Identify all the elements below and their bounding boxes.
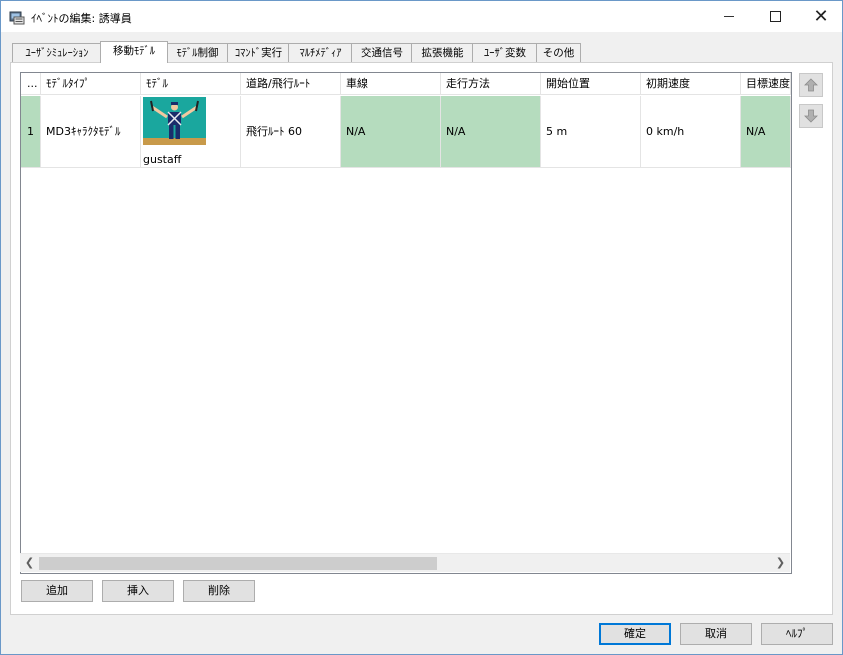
tab-model-control[interactable]: ﾓﾃﾞﾙ制御 (166, 43, 229, 62)
add-button[interactable]: 追加 (21, 580, 93, 602)
close-icon: ✕ (813, 6, 829, 27)
event-edit-icon (9, 11, 25, 25)
help-button[interactable]: ﾍﾙﾌﾟ (761, 623, 833, 645)
window-title: ｲﾍﾞﾝﾄの編集: 誘導員 (31, 12, 132, 25)
target-speed-cell[interactable]: N/A (741, 96, 791, 168)
route-cell[interactable]: 飛行ﾙｰﾄ 60 (241, 96, 341, 168)
minimize-icon (724, 16, 734, 17)
maximize-button[interactable] (752, 1, 798, 32)
tab-movement-model[interactable]: 移動ﾓﾃﾞﾙ (100, 41, 168, 63)
tab-extension[interactable]: 拡張機能 (411, 43, 474, 62)
initial-speed-cell[interactable]: 0 km/h (641, 96, 741, 168)
model-name-label: gustaff (143, 153, 182, 166)
column-header-model[interactable]: ﾓﾃﾞﾙ (141, 73, 241, 95)
column-header-start-position[interactable]: 開始位置 (541, 73, 641, 95)
maximize-icon (769, 11, 781, 22)
event-edit-dialog: ｲﾍﾞﾝﾄの編集: 誘導員 ✕ ﾕｰｻﾞｼﾐｭﾚｰｼｮﾝ 移動ﾓﾃﾞﾙ ﾓﾃﾞﾙ… (0, 0, 843, 655)
column-header-initial-speed[interactable]: 初期速度 (641, 73, 741, 95)
travel-method-cell[interactable]: N/A (441, 96, 541, 168)
model-cell[interactable]: gustaff (141, 96, 241, 168)
start-position-cell[interactable]: 5 m (541, 96, 641, 168)
move-up-icon (804, 78, 818, 92)
column-header-lane[interactable]: 車線 (341, 73, 441, 95)
minimize-button[interactable] (706, 1, 752, 32)
column-header-travel-method[interactable]: 走行方法 (441, 73, 541, 95)
scrollbar-thumb[interactable] (39, 557, 437, 570)
row-index-cell[interactable]: 1 (21, 96, 41, 168)
scroll-left-icon[interactable]: ❮ (21, 554, 38, 572)
title-bar: ｲﾍﾞﾝﾄの編集: 誘導員 ✕ (1, 1, 842, 32)
column-header-model-type[interactable]: ﾓﾃﾞﾙﾀｲﾌﾟ (41, 73, 141, 95)
move-down-button[interactable] (799, 104, 823, 128)
model-grid[interactable]: ... ﾓﾃﾞﾙﾀｲﾌﾟ ﾓﾃﾞﾙ 道路/飛行ﾙｰﾄ 車線 走行方法 開始位置 … (20, 72, 792, 574)
close-button[interactable]: ✕ (798, 1, 842, 32)
tab-user-simulation[interactable]: ﾕｰｻﾞｼﾐｭﾚｰｼｮﾝ (12, 43, 102, 62)
column-header-route[interactable]: 道路/飛行ﾙｰﾄ (241, 73, 341, 95)
tab-multimedia[interactable]: ﾏﾙﾁﾒﾃﾞｨｱ (288, 43, 353, 62)
scroll-right-icon[interactable]: ❯ (772, 554, 789, 572)
insert-button[interactable]: 挿入 (102, 580, 174, 602)
cancel-button[interactable]: 取消 (680, 623, 752, 645)
horizontal-scrollbar[interactable]: ❮ ❯ (20, 553, 790, 572)
tab-user-variable[interactable]: ﾕｰｻﾞ変数 (472, 43, 538, 62)
move-down-icon (804, 109, 818, 123)
lane-cell[interactable]: N/A (341, 96, 441, 168)
delete-button[interactable]: 削除 (183, 580, 255, 602)
tab-traffic-signal[interactable]: 交通信号 (351, 43, 413, 62)
model-thumbnail (143, 97, 206, 145)
model-type-cell[interactable]: MD3ｷｬﾗｸﾀﾓﾃﾞﾙ (41, 96, 141, 168)
ok-button[interactable]: 確定 (599, 623, 671, 645)
tab-command-exec[interactable]: ｺﾏﾝﾄﾞ実行 (227, 43, 290, 62)
tab-other[interactable]: その他 (536, 43, 581, 62)
column-header-target-speed[interactable]: 目標速度 (741, 73, 791, 95)
move-up-button[interactable] (799, 73, 823, 97)
column-header-index[interactable]: ... (21, 73, 41, 95)
